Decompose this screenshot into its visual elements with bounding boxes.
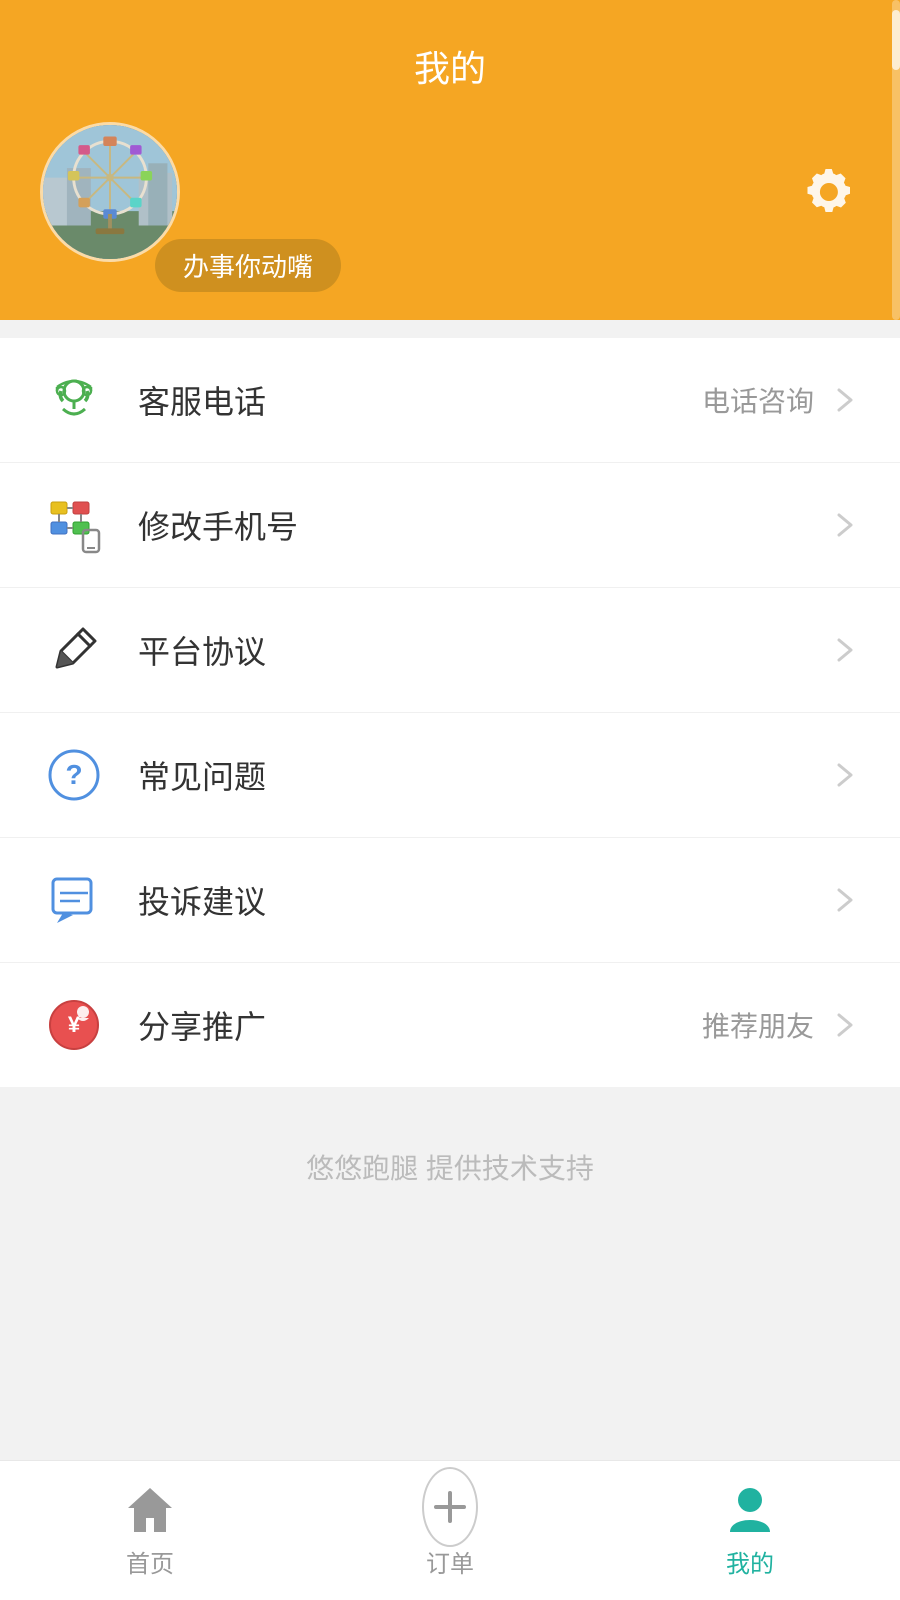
phone-change-icon <box>40 491 108 559</box>
menu-list: 客服电话 电话咨询 <box>0 338 900 1087</box>
chevron-right-icon-6 <box>830 1010 860 1040</box>
customer-service-icon <box>40 366 108 434</box>
chevron-right-icon-2 <box>830 510 860 540</box>
settings-button[interactable] <box>800 162 860 222</box>
menu-item-customer-service[interactable]: 客服电话 电话咨询 <box>0 338 900 463</box>
username-badge[interactable]: 办事你动嘴 <box>155 239 341 292</box>
scrollbar-thumb <box>892 10 900 70</box>
chevron-right-icon-3 <box>830 635 860 665</box>
profile-banner: 我的 <box>0 0 900 320</box>
page-title: 我的 <box>414 40 486 92</box>
menu-item-platform-agreement[interactable]: 平台协议 <box>0 588 900 713</box>
profile-row <box>0 122 900 262</box>
menu-item-share[interactable]: ¥ 分享推广 推荐朋友 <box>0 963 900 1087</box>
mine-icon <box>722 1482 778 1538</box>
menu-label-customer-service: 客服电话 <box>138 377 702 423</box>
menu-sublabel-customer-service: 电话咨询 <box>702 380 814 420</box>
menu-sublabel-share: 推荐朋友 <box>702 1005 814 1045</box>
share-icon: ¥ <box>40 991 108 1059</box>
edit-icon <box>40 616 108 684</box>
menu-label-change-phone: 修改手机号 <box>138 502 814 548</box>
faq-icon: ? <box>40 741 108 809</box>
menu-label-faq: 常见问题 <box>138 752 814 798</box>
nav-item-home[interactable]: 首页 <box>0 1472 300 1589</box>
separator-1 <box>0 320 900 338</box>
nav-label-mine: 我的 <box>726 1544 774 1579</box>
menu-item-complaint[interactable]: 投诉建议 <box>0 838 900 963</box>
nav-item-order[interactable]: 订单 <box>300 1472 600 1589</box>
chevron-right-icon-5 <box>830 885 860 915</box>
bottom-nav: 首页 订单 我的 <box>0 1460 900 1600</box>
menu-label-complaint: 投诉建议 <box>138 877 814 923</box>
order-icon <box>422 1482 478 1538</box>
menu-label-platform-agreement: 平台协议 <box>138 627 814 673</box>
tech-support-text: 悠悠跑腿 提供技术支持 <box>0 1087 900 1227</box>
complaint-icon <box>40 866 108 934</box>
scrollbar <box>892 0 900 320</box>
menu-label-share: 分享推广 <box>138 1002 702 1048</box>
nav-label-home: 首页 <box>126 1544 174 1579</box>
svg-text:?: ? <box>65 759 82 790</box>
avatar[interactable] <box>40 122 180 262</box>
menu-item-faq[interactable]: ? 常见问题 <box>0 713 900 838</box>
home-icon <box>122 1482 178 1538</box>
chevron-right-icon <box>830 385 860 415</box>
nav-label-order: 订单 <box>426 1544 474 1579</box>
nav-item-mine[interactable]: 我的 <box>600 1472 900 1589</box>
menu-item-change-phone[interactable]: 修改手机号 <box>0 463 900 588</box>
chevron-right-icon-4 <box>830 760 860 790</box>
